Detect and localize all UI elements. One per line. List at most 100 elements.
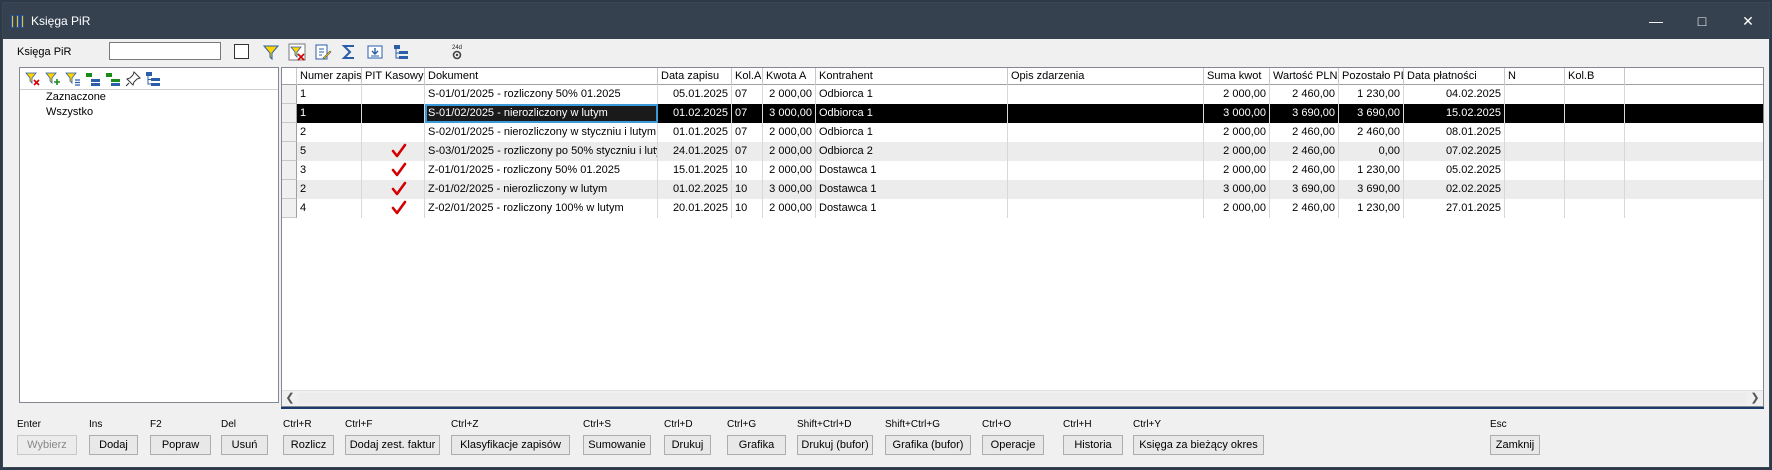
- table-row[interactable]: 2 S-02/01/2025 - nierozliczony w styczniu…: [282, 123, 1763, 142]
- column-header-kola[interactable]: Kol.A: [732, 68, 763, 85]
- shortcut-key-label: Enter: [17, 419, 41, 430]
- row-indicator[interactable]: [282, 85, 297, 104]
- filter-icon[interactable]: [261, 42, 281, 62]
- cell-wartosc: 3 690,00: [1270, 104, 1339, 123]
- button-operacje[interactable]: Operacje: [982, 435, 1044, 455]
- table-row[interactable]: 1 S-01/02/2025 - nierozliczony w lutym 01.…: [282, 104, 1763, 123]
- cell-numer: 2: [297, 123, 362, 142]
- column-header-suma[interactable]: Suma kwot: [1204, 68, 1270, 85]
- cell-platnosc: 07.02.2025: [1404, 142, 1505, 161]
- cell-pozostalo: 1 230,00: [1339, 85, 1404, 104]
- filter-remove-icon[interactable]: [24, 70, 42, 88]
- column-header-platnosc[interactable]: Data płatności: [1404, 68, 1505, 85]
- group-expand-icon[interactable]: [84, 70, 102, 88]
- title-bar: Księga PiR — □ ✕: [3, 3, 1769, 39]
- table-row[interactable]: 1 S-01/01/2025 - rozliczony 50% 01.2025 05…: [282, 85, 1763, 104]
- row-indicator[interactable]: [282, 161, 297, 180]
- panel-item-wszystko[interactable]: Wszystko: [20, 105, 278, 120]
- shortcut-key-label: Ctrl+Y: [1133, 419, 1162, 430]
- cell-suma: 2 000,00: [1204, 123, 1270, 142]
- filter-list-icon[interactable]: [64, 70, 82, 88]
- search-input[interactable]: [109, 42, 221, 60]
- button-grafika-bufor[interactable]: Grafika (bufor): [885, 435, 971, 455]
- pin-icon[interactable]: [124, 70, 142, 88]
- records-grid: Numer zapisu PIT Kasowy Dokument Data zapis…: [281, 67, 1764, 407]
- cell-kola: 07: [732, 142, 763, 161]
- button-historia[interactable]: Historia: [1063, 435, 1123, 455]
- table-row[interactable]: 3 Z-01/01/2025 - rozliczony 50% 01.2025 15…: [282, 161, 1763, 180]
- import-icon[interactable]: [365, 42, 385, 62]
- table-row[interactable]: 4 Z-02/01/2025 - rozliczony 100% w lutym 2…: [282, 199, 1763, 218]
- close-window-button[interactable]: ✕: [1725, 3, 1771, 39]
- tree-view-icon[interactable]: [391, 42, 411, 62]
- shortcut-key-label: Ctrl+H: [1063, 419, 1092, 430]
- column-header-kontrahent[interactable]: Kontrahent: [816, 68, 1008, 85]
- row-indicator[interactable]: [282, 123, 297, 142]
- edit-document-icon[interactable]: [313, 42, 333, 62]
- table-row[interactable]: 5 S-03/01/2025 - rozliczony po 50% styczn…: [282, 142, 1763, 161]
- button-księga-za-bieżący-okres[interactable]: Księga za bieżący okres: [1133, 435, 1264, 455]
- check-icon: [391, 143, 407, 159]
- cell-kwota: 3 000,00: [763, 180, 816, 199]
- cell-wartosc: 2 460,00: [1270, 85, 1339, 104]
- table-row[interactable]: 2 Z-01/02/2025 - nierozliczony w lutym 01.…: [282, 180, 1763, 199]
- cell-n: [1505, 142, 1565, 161]
- button-klasyfikacje-zapisów[interactable]: Klasyfikacje zapisów: [451, 435, 570, 455]
- gear-24d-icon[interactable]: 24d: [447, 42, 467, 62]
- sigma-icon[interactable]: [339, 42, 359, 62]
- cell-wartosc: 2 460,00: [1270, 199, 1339, 218]
- cell-numer: 3: [297, 161, 362, 180]
- button-rozlicz[interactable]: Rozlicz: [283, 435, 334, 455]
- scroll-right-icon[interactable]: ❯: [1747, 391, 1763, 406]
- column-header-n[interactable]: N: [1505, 68, 1565, 85]
- row-indicator[interactable]: [282, 104, 297, 123]
- scroll-left-icon[interactable]: ❮: [282, 391, 298, 406]
- column-header-kwota[interactable]: Kwota A: [763, 68, 816, 85]
- cell-kolb: [1565, 142, 1625, 161]
- filter-clear-icon[interactable]: [287, 42, 307, 62]
- button-usuń[interactable]: Usuń: [221, 435, 268, 455]
- tree-view-icon[interactable]: [144, 70, 162, 88]
- panel-toolbar: [20, 68, 278, 90]
- cell-kwota: 2 000,00: [763, 142, 816, 161]
- grid-header: Numer zapisu PIT Kasowy Dokument Data zapis…: [282, 68, 1763, 85]
- shortcut-key-label: Ctrl+R: [283, 419, 312, 430]
- maximize-button[interactable]: □: [1679, 3, 1725, 39]
- button-sumowanie[interactable]: Sumowanie: [583, 435, 651, 455]
- cell-dokument: S-02/01/2025 - nierozliczony w styczniu …: [425, 123, 658, 142]
- column-header-opis[interactable]: Opis zdarzenia: [1008, 68, 1204, 85]
- button-drukuj-bufor[interactable]: Drukuj (bufor): [797, 435, 873, 455]
- cell-kolb: [1565, 85, 1625, 104]
- search-checkbox[interactable]: [234, 44, 249, 59]
- panel-item-zaznaczone[interactable]: Zaznaczone: [20, 90, 278, 105]
- cell-dokument: S-01/02/2025 - nierozliczony w lutym: [425, 104, 658, 123]
- button-wybierz[interactable]: Wybierz: [17, 435, 77, 455]
- minimize-button[interactable]: —: [1633, 3, 1679, 39]
- row-indicator[interactable]: [282, 180, 297, 199]
- scroll-thumb[interactable]: [299, 393, 1747, 404]
- column-header-pit[interactable]: PIT Kasowy: [362, 68, 425, 85]
- column-header-numer[interactable]: Numer zapisu: [297, 68, 362, 85]
- button-dodaj-zest-faktur[interactable]: Dodaj zest. faktur: [345, 435, 440, 455]
- button-drukuj[interactable]: Drukuj: [664, 435, 711, 455]
- row-indicator[interactable]: [282, 142, 297, 161]
- filter-add-icon[interactable]: [44, 70, 62, 88]
- cell-suma: 3 000,00: [1204, 104, 1270, 123]
- column-header-kolb[interactable]: Kol.B: [1565, 68, 1625, 85]
- button-dodaj[interactable]: Dodaj: [89, 435, 138, 455]
- cell-opis: [1008, 161, 1204, 180]
- button-zamknij[interactable]: Zamknij: [1490, 435, 1540, 455]
- column-header-wartosc[interactable]: Wartość PLN: [1270, 68, 1339, 85]
- button-popraw[interactable]: Popraw: [150, 435, 211, 455]
- column-header-dokument[interactable]: Dokument: [425, 68, 658, 85]
- shortcut-key-label: Ctrl+D: [664, 419, 693, 430]
- cell-kontrahent: Odbiorca 1: [816, 123, 1008, 142]
- cell-platnosc: 27.01.2025: [1404, 199, 1505, 218]
- cell-pozostalo: 1 230,00: [1339, 161, 1404, 180]
- row-indicator[interactable]: [282, 199, 297, 218]
- column-header-pozostalo[interactable]: Pozostało PLN: [1339, 68, 1404, 85]
- group-collapse-icon[interactable]: [104, 70, 122, 88]
- button-grafika[interactable]: Grafika: [727, 435, 786, 455]
- horizontal-scrollbar[interactable]: ❮ ❯: [282, 390, 1763, 406]
- column-header-data[interactable]: Data zapisu: [658, 68, 732, 85]
